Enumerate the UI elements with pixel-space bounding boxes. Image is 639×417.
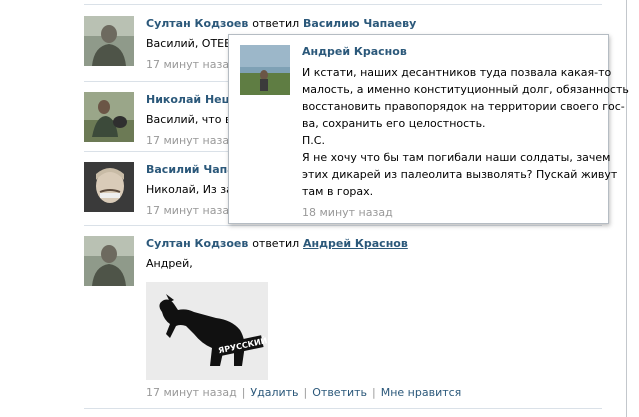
reply-target-link[interactable]: Василию Чапаеву [303,17,416,30]
popup-text-line: Я не хочу что бы там погибали наши солда… [302,151,611,164]
popup-text-line: малость, а именно конституционный долг, … [302,83,629,96]
divider [84,408,602,409]
popup-text-line: П.С. [302,134,325,147]
divider [84,4,602,5]
replied-word: ответил [252,237,300,250]
author-link[interactable]: Султан Кодзоев [146,17,248,30]
comment-actions: 17 минут назад | Удалить | Ответить | Мне нрав… [146,386,462,399]
popup-author-link[interactable]: Андрей Краснов [302,44,602,60]
avatar[interactable] [84,92,134,142]
author-link[interactable]: Николай Неша [146,93,241,106]
delete-link[interactable]: Удалить [250,386,298,399]
author-link[interactable]: Султан Кодзоев [146,237,248,250]
popup-text-line: там в горах. [302,185,374,198]
comment-text: Андрей, [146,257,193,270]
avatar[interactable] [84,236,134,286]
popup-text-line: ва, сохранить его целостность. [302,117,486,130]
popup-text-line: И кстати, наших десантников туда позвала… [302,66,612,79]
window-edge [626,0,627,417]
popup-text: И кстати, наших десантников туда позвала… [302,64,629,200]
replied-word: ответил [252,17,300,30]
avatar[interactable] [84,162,134,212]
avatar[interactable] [240,45,290,95]
reply-link[interactable]: Ответить [312,386,367,399]
reply-preview-popup: Андрей Краснов И кстати, наших десантник… [228,34,629,224]
avatar[interactable] [84,16,134,66]
popup-text-line: восстановить правопорядок на территории … [302,100,625,113]
comment-time[interactable]: 17 минут назад [146,386,237,399]
reply-target-link[interactable]: Андрей Краснов [303,237,408,250]
divider [84,225,602,226]
popup-time[interactable]: 18 минут назад [302,206,602,220]
like-link[interactable]: Мне нравится [381,386,462,399]
attached-image[interactable]: ЯРУССКИЙ [146,282,268,380]
popup-text-line: этих дикарей из палеолита вызволять? Пус… [302,168,618,181]
